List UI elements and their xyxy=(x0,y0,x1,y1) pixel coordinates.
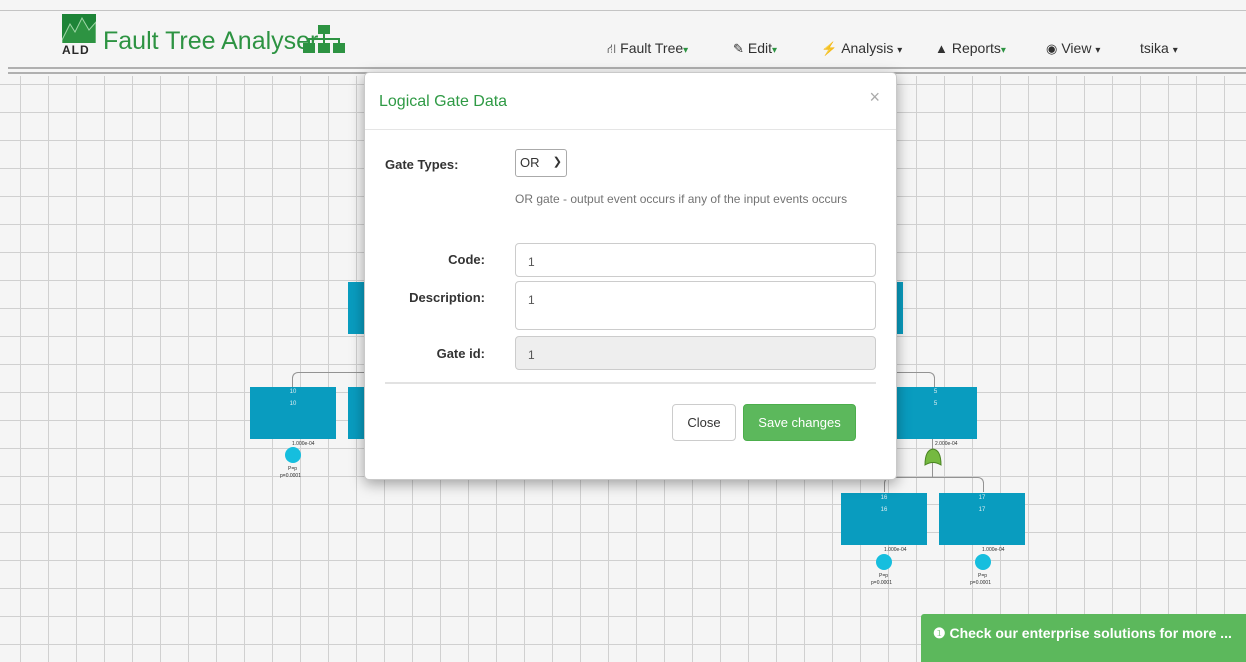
close-icon[interactable]: × xyxy=(869,87,880,108)
gate-type-select[interactable]: OR ❯ xyxy=(515,149,567,177)
gate-id-label: Gate id: xyxy=(436,346,485,361)
gate-id-value: 1 xyxy=(528,348,535,362)
modal-header-divider xyxy=(365,129,896,130)
gate-help-text: OR gate - output event occurs if any of … xyxy=(515,192,848,206)
save-changes-button[interactable]: Save changes xyxy=(743,404,856,441)
modal-title: Logical Gate Data xyxy=(379,93,508,110)
description-value: 1 xyxy=(528,293,535,307)
close-button[interactable]: Close xyxy=(672,404,736,441)
description-textarea[interactable]: 1 xyxy=(515,281,876,330)
code-input[interactable]: 1 xyxy=(515,243,876,277)
logical-gate-modal: Logical Gate Data × Gate Types: OR ❯ OR … xyxy=(364,72,897,480)
enterprise-promo-banner[interactable]: ❶ Check our enterprise solutions for mor… xyxy=(921,614,1246,662)
gate-type-value: OR xyxy=(520,155,540,170)
modal-footer-divider xyxy=(385,382,876,384)
gate-types-label: Gate Types: xyxy=(385,157,459,172)
gate-id-field: 1 xyxy=(515,336,876,370)
description-label: Description: xyxy=(409,290,485,305)
chevron-down-icon: ❯ xyxy=(552,156,562,168)
promo-text: Check our enterprise solutions for more … xyxy=(949,625,1232,641)
code-label: Code: xyxy=(448,252,485,267)
info-icon: ❶ xyxy=(933,625,946,641)
code-value: 1 xyxy=(528,255,535,269)
